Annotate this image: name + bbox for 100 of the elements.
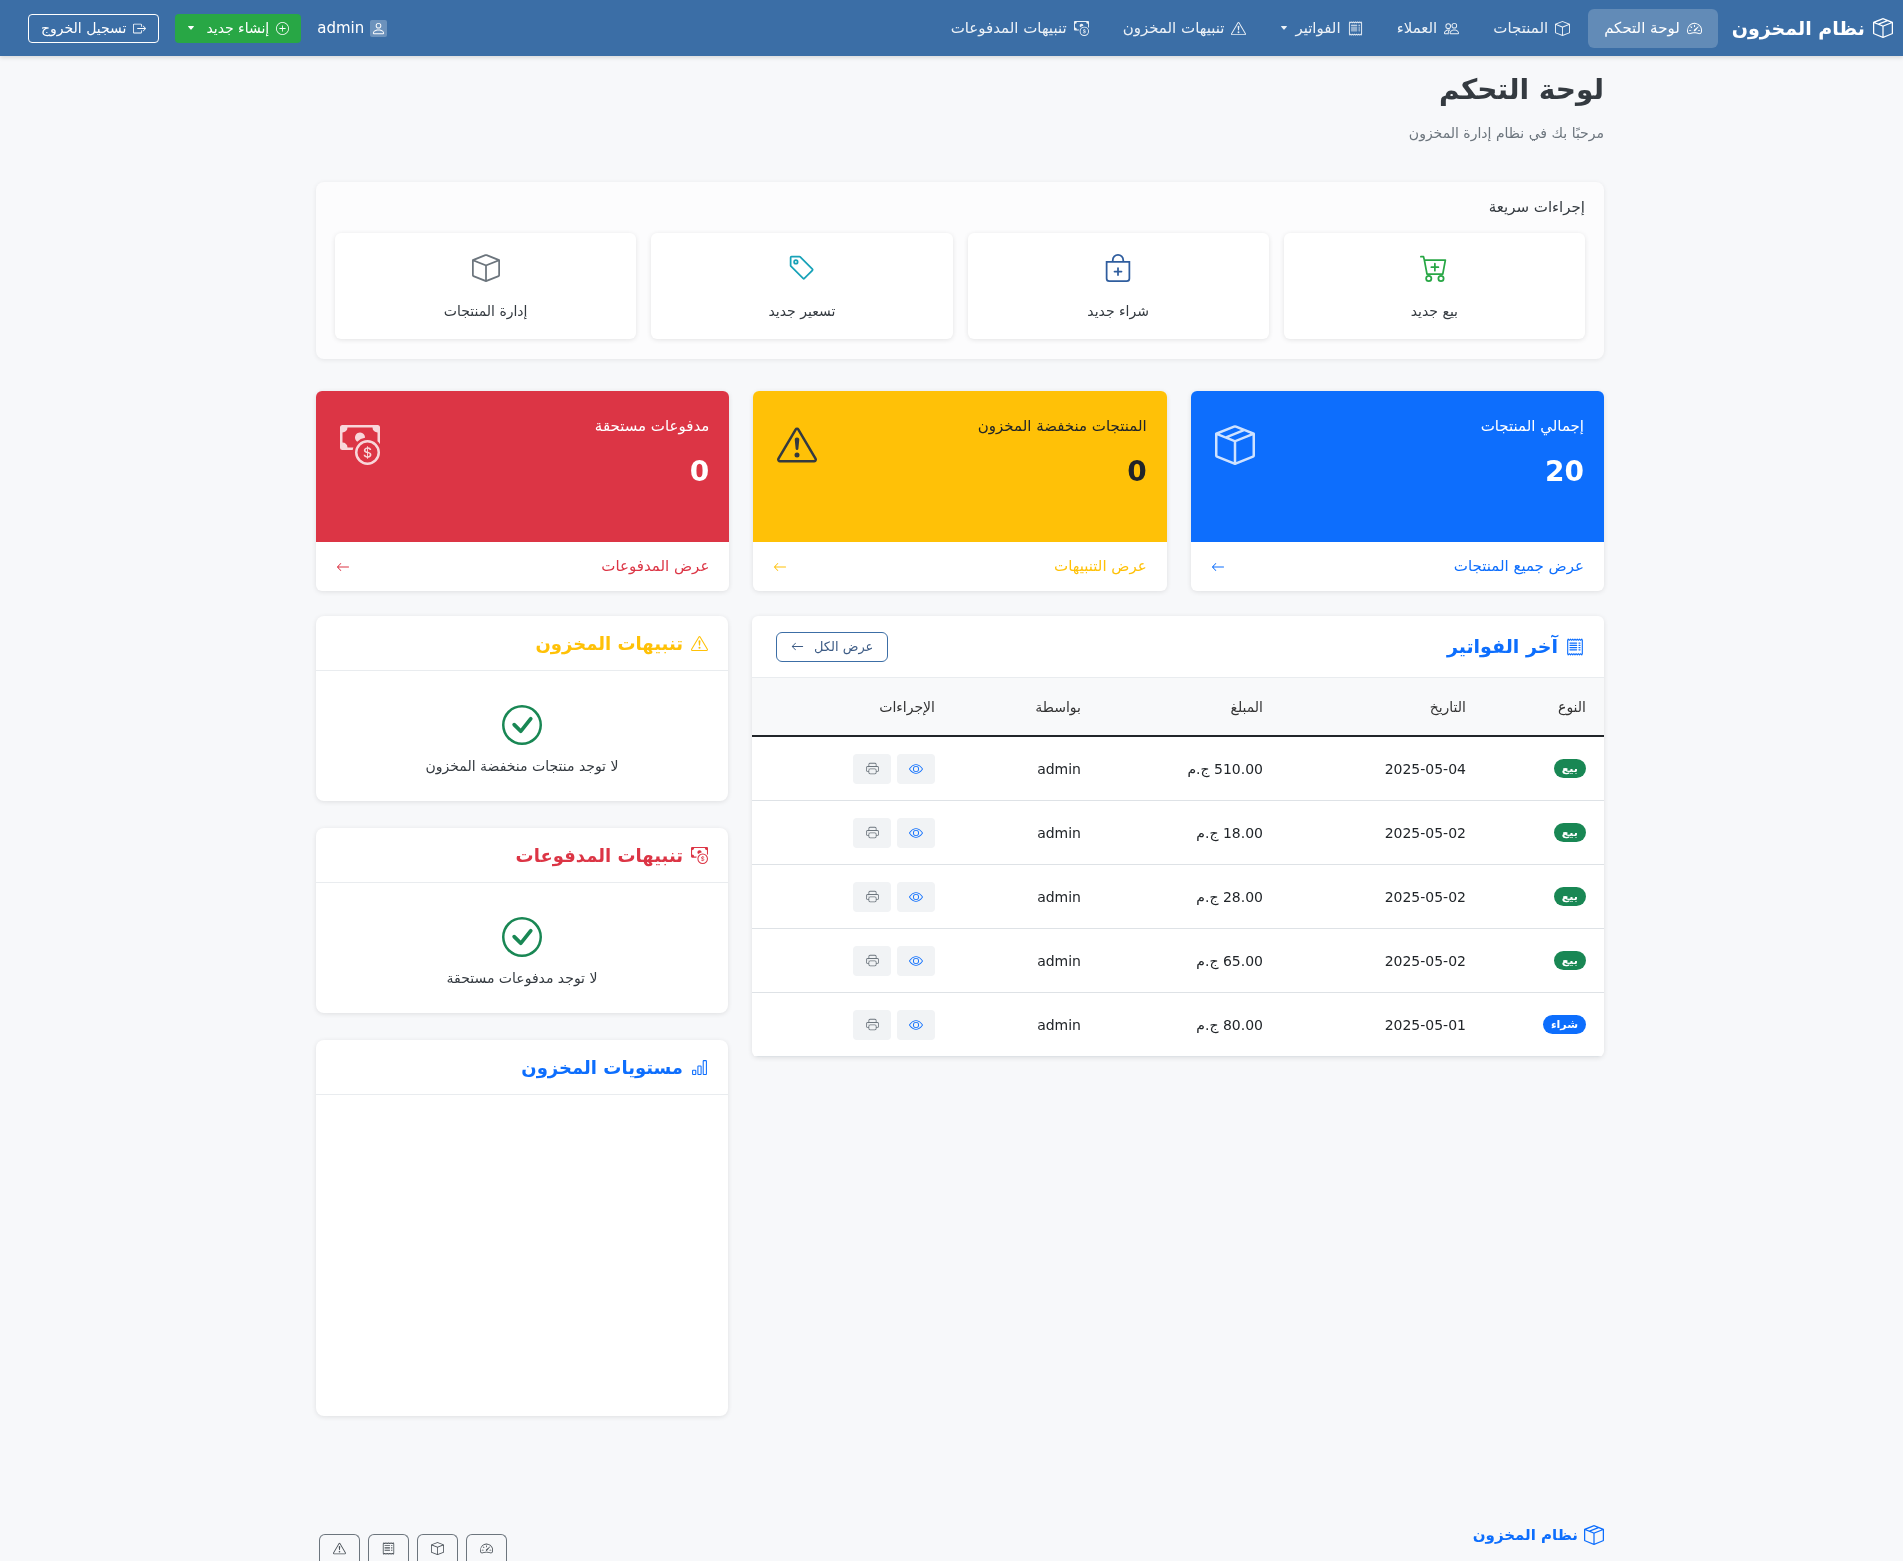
view-link[interactable]: عرض جميع المنتجات xyxy=(1190,542,1604,591)
cash-icon xyxy=(1073,20,1089,36)
printer-icon xyxy=(865,762,879,775)
footer-brand-link[interactable]: نظام المخزون xyxy=(1472,1524,1604,1547)
eye-icon xyxy=(909,761,923,776)
date-cell: 2025-05-02 xyxy=(1384,888,1466,905)
footer-icon-button[interactable] xyxy=(368,1534,409,1561)
amount-cell: 80.00 ج.م xyxy=(1196,1016,1263,1033)
box-icon xyxy=(431,1542,444,1555)
amount-cell: 28.00 ج.م xyxy=(1196,888,1263,905)
quick-action-button[interactable]: بيع جديد xyxy=(1283,233,1585,339)
print-button[interactable] xyxy=(853,1009,891,1040)
page-title: لوحة التحكم xyxy=(1438,72,1604,108)
logout-button[interactable]: تسجيل الخروج xyxy=(28,13,160,43)
amount-cell: 18.00 ج.م xyxy=(1196,824,1263,841)
brand-link[interactable]: نظام المخزون xyxy=(1731,13,1893,43)
logout-icon xyxy=(133,21,147,35)
stat-title: مدفوعات مستحقة xyxy=(594,416,710,437)
print-button[interactable] xyxy=(853,881,891,912)
arrow-left-icon xyxy=(791,640,804,653)
box-icon xyxy=(1555,20,1571,36)
view-button[interactable] xyxy=(897,945,935,976)
amount-cell: 65.00 ج.م xyxy=(1196,952,1263,969)
cash-icon xyxy=(340,425,380,465)
user-cell: admin xyxy=(1037,952,1081,969)
date-cell: 2025-05-02 xyxy=(1384,824,1466,841)
page-subtitle: مرحبًا بك في نظام إدارة المخزون xyxy=(1407,124,1604,144)
nav-link[interactable]: الفواتير xyxy=(1264,8,1379,48)
card-title: إجراءات سريعة xyxy=(1488,197,1585,218)
view-link[interactable]: عرض المدفوعات xyxy=(316,542,730,591)
box-icon xyxy=(1214,425,1255,465)
empty-message: لا توجد مدفوعات مستحقة xyxy=(446,969,598,989)
column-header: المبلغ xyxy=(1230,698,1263,715)
printer-icon xyxy=(865,826,879,839)
column-header: النوع xyxy=(1558,698,1586,715)
view-button[interactable] xyxy=(897,881,935,912)
stat-title: المنتجات منخفضة المخزون xyxy=(977,416,1147,437)
card-title: آخر الفواتير xyxy=(1446,634,1558,660)
nav-link[interactable]: لوحة التحكم xyxy=(1588,8,1718,48)
warning-icon xyxy=(777,425,818,465)
printer-icon xyxy=(865,890,879,903)
user-cell: admin xyxy=(1037,824,1081,841)
eye-icon xyxy=(909,1017,923,1032)
print-button[interactable] xyxy=(853,945,891,976)
view-button[interactable] xyxy=(897,817,935,848)
amount-cell: 510.00 ج.م xyxy=(1187,760,1263,777)
box-icon xyxy=(1873,18,1893,38)
panel-title: تنبيهات المخزون xyxy=(535,631,683,657)
date-cell: 2025-05-01 xyxy=(1384,1016,1466,1033)
type-badge: بيع xyxy=(1553,759,1586,778)
warning-icon xyxy=(333,1542,346,1555)
column-header: التاريخ xyxy=(1429,698,1466,715)
stat-value: 20 xyxy=(1545,455,1584,489)
footer-icon-button[interactable] xyxy=(319,1534,360,1561)
speedometer-icon xyxy=(480,1542,493,1555)
quick-action-button[interactable]: إدارة المنتجات xyxy=(335,233,637,339)
view-button[interactable] xyxy=(897,753,935,784)
view-all-button[interactable]: عرض الكل xyxy=(776,631,889,662)
type-badge: بيع xyxy=(1553,951,1586,970)
nav-link[interactable]: تنبيهات المخزون xyxy=(1106,8,1263,48)
eye-icon xyxy=(909,889,923,904)
footer-icon-button[interactable] xyxy=(417,1534,458,1561)
nav-link[interactable]: المنتجات xyxy=(1477,8,1587,48)
quick-action-button[interactable]: شراء جديد xyxy=(967,233,1269,339)
view-button[interactable] xyxy=(897,1009,935,1040)
column-header: الإجراءات xyxy=(879,698,935,715)
receipt-icon xyxy=(1347,20,1363,36)
footer-icon-button[interactable] xyxy=(466,1534,507,1561)
stat-value: 0 xyxy=(1127,455,1147,489)
speedometer-icon xyxy=(1686,20,1702,36)
type-badge: بيع xyxy=(1553,887,1586,906)
print-button[interactable] xyxy=(853,753,891,784)
box-icon xyxy=(1584,1525,1604,1546)
date-cell: 2025-05-04 xyxy=(1384,760,1466,777)
nav-link[interactable]: العملاء xyxy=(1380,8,1476,48)
user-cell: admin xyxy=(1037,1016,1081,1033)
empty-message: لا توجد منتجات منخفضة المخزون xyxy=(425,757,619,777)
quick-action-button[interactable]: تسعير جديد xyxy=(651,233,953,339)
nav-link[interactable]: تنبيهات المدفوعات xyxy=(934,8,1105,48)
type-badge: شراء xyxy=(1542,1015,1586,1034)
printer-icon xyxy=(865,1018,879,1031)
stat-value: 0 xyxy=(689,455,710,489)
cash-icon xyxy=(691,846,708,864)
user-name: admin xyxy=(317,17,365,39)
printer-icon xyxy=(865,954,879,967)
warning-icon xyxy=(691,634,708,652)
warning-icon xyxy=(1231,20,1247,36)
column-header: بواسطة xyxy=(1035,698,1081,715)
date-cell: 2025-05-02 xyxy=(1384,952,1466,969)
receipt-icon xyxy=(382,1542,395,1555)
eye-icon xyxy=(909,825,923,840)
plus-icon xyxy=(276,21,290,35)
people-icon xyxy=(1444,20,1460,36)
panel-title: مستويات المخزون xyxy=(521,1055,683,1081)
create-button[interactable]: إنشاء جديد xyxy=(175,13,302,43)
eye-icon xyxy=(909,953,923,968)
user-cell: admin xyxy=(1037,760,1081,777)
bar-chart-icon xyxy=(691,1058,708,1076)
print-button[interactable] xyxy=(853,817,891,848)
type-badge: بيع xyxy=(1553,823,1586,842)
